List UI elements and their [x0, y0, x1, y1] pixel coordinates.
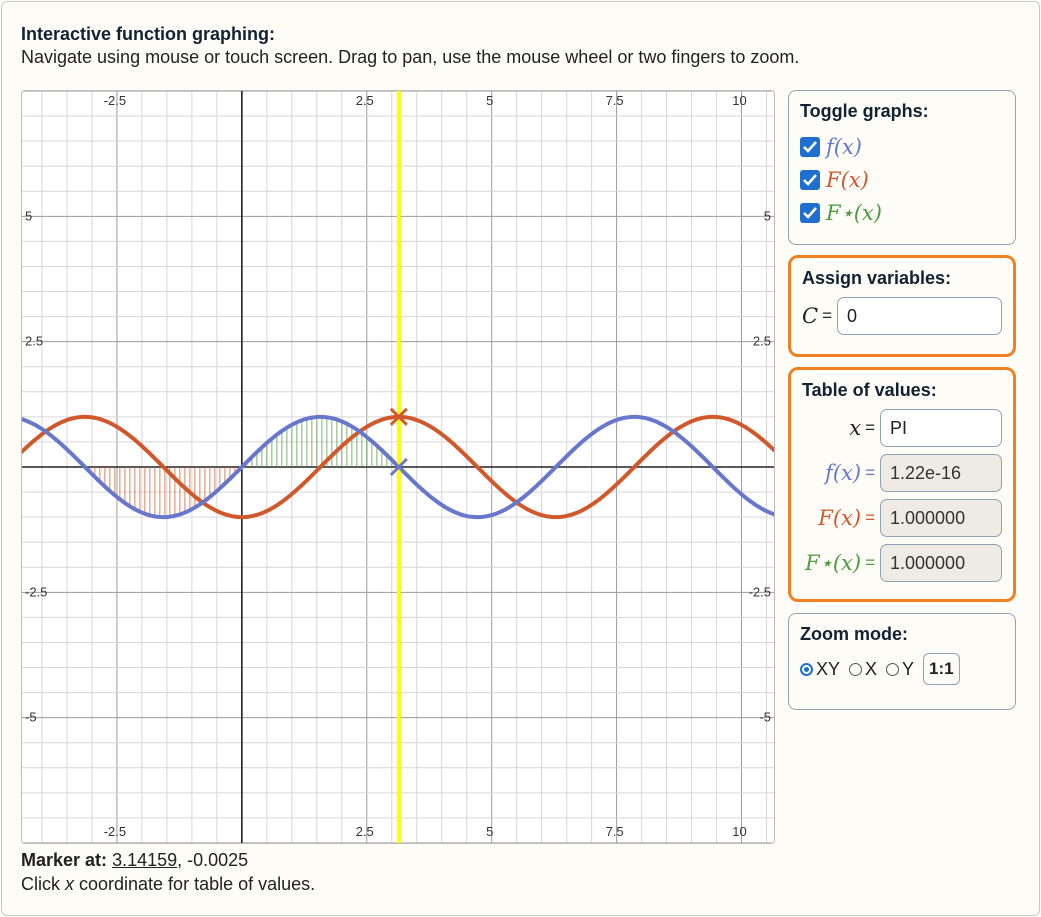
toggle-f[interactable]: f(x) [800, 130, 1004, 163]
marker-x-link[interactable]: 3.14159 [112, 850, 177, 870]
y-tick-label-right: -5 [759, 710, 771, 725]
y-tick-label-left: -5 [25, 710, 37, 725]
y-tick-label-right: -2.5 [749, 584, 771, 599]
variable-row-C: C = 0 [802, 297, 1002, 335]
table-x-label: x [849, 416, 862, 440]
table-f-label: f(x) [825, 461, 862, 485]
zoom-x-label[interactable]: X [865, 659, 877, 680]
table-Fstar-label: F⋆(x) [805, 551, 862, 575]
zoom-xy-label[interactable]: XY [816, 659, 840, 680]
zoom-x-radio[interactable] [849, 662, 863, 676]
equals-sign: = [865, 553, 875, 572]
marker-hint: Click x coordinate for table of values. [21, 872, 315, 896]
hint-text: Click [21, 874, 65, 894]
x-tick-label-bottom: -2.5 [104, 824, 126, 839]
table-of-values-title: Table of values: [802, 380, 937, 400]
table-x-input[interactable]: PI [880, 409, 1002, 447]
table-x-row: x = PI [802, 409, 1002, 447]
x-tick-label-bottom: 10 [732, 824, 746, 839]
x-tick-label-top: 7.5 [606, 93, 624, 108]
toggle-F-label: F(x) [826, 167, 869, 192]
equals-sign: = [865, 463, 875, 482]
x-tick-label-top: 2.5 [356, 93, 374, 108]
marker-label: Marker at: [21, 850, 108, 870]
table-Fstar-value: 1.000000 [880, 544, 1002, 582]
aspect-ratio-button[interactable]: 1:1 [923, 653, 960, 685]
y-tick-label-left: -2.5 [25, 584, 47, 599]
equals-sign: = [822, 306, 833, 325]
check-icon [803, 140, 817, 153]
zoom-options: XY X Y 1:1 [800, 653, 1004, 685]
checkbox-F[interactable] [800, 169, 820, 190]
table-row-f: f(x) = 1.22e-16 [802, 454, 1002, 492]
marker-y-value: , -0.0025 [177, 850, 249, 870]
table-of-values-panel: Table of values: x = PI f(x) = 1.22e-16 … [788, 367, 1016, 602]
table-row-Fstar: F⋆(x) = 1.000000 [802, 544, 1002, 582]
y-tick-label-left: 5 [25, 208, 32, 223]
checkbox-f[interactable] [800, 136, 820, 157]
y-tick-label-left: 2.5 [25, 334, 43, 349]
toggle-F[interactable]: F(x) [800, 163, 1004, 196]
zoom-mode-panel: Zoom mode: XY X Y 1:1 [788, 613, 1016, 710]
checkbox-Fstar[interactable] [800, 202, 820, 223]
x-tick-label-top: 5 [486, 93, 493, 108]
equals-sign: = [865, 418, 875, 437]
y-tick-label-right: 2.5 [753, 334, 771, 349]
variable-name: C [802, 304, 819, 328]
assign-variables-title: Assign variables: [802, 268, 952, 288]
toggle-Fstar-label: F⋆(x) [826, 200, 882, 225]
page-subtitle: Navigate using mouse or touch screen. Dr… [21, 47, 800, 67]
x-tick-label-bottom: 2.5 [356, 824, 374, 839]
y-tick-label-right: 5 [764, 208, 771, 223]
check-icon [803, 206, 817, 219]
x-tick-label-top: 10 [732, 93, 746, 108]
x-tick-label-bottom: 7.5 [606, 824, 624, 839]
zoom-xy-radio[interactable] [800, 662, 813, 676]
table-F-label: F(x) [818, 506, 862, 530]
graph-svg[interactable]: -2.5 -2.5 2.5 2.5 5 5 7.5 7.5 10 10 5 5 2.5 2.5 -2.5 -2… [22, 91, 774, 843]
check-icon [803, 173, 817, 186]
hint-text-end: coordinate for table of values. [74, 874, 316, 894]
toggle-graphs-title: Toggle graphs: [800, 101, 929, 121]
x-tick-label-bottom: 5 [486, 824, 493, 839]
marker-readout: Marker at: 3.14159, -0.0025 Click x coor… [21, 848, 315, 896]
table-F-value: 1.000000 [880, 499, 1002, 537]
zoom-y-radio[interactable] [886, 662, 900, 676]
toggle-Fstar[interactable]: F⋆(x) [800, 196, 1004, 229]
zoom-mode-title: Zoom mode: [800, 624, 908, 644]
assign-variables-panel: Assign variables: C = 0 [788, 255, 1016, 357]
graph-canvas[interactable]: -2.5 -2.5 2.5 2.5 5 5 7.5 7.5 10 10 5 5 2.5 2.5 -2.5 -2… [21, 90, 775, 844]
header: Interactive function graphing: Navigate … [21, 23, 799, 69]
variable-C-input[interactable]: 0 [837, 297, 1002, 335]
page-title: Interactive function graphing: [21, 24, 276, 44]
table-row-F: F(x) = 1.000000 [802, 499, 1002, 537]
zoom-y-label[interactable]: Y [902, 659, 914, 680]
table-f-value: 1.22e-16 [880, 454, 1002, 492]
toggle-f-label: f(x) [826, 134, 863, 159]
equals-sign: = [865, 508, 875, 527]
toggle-graphs-panel: Toggle graphs: f(x) F(x) F⋆(x) [788, 90, 1016, 245]
hint-var: x [65, 874, 74, 894]
x-tick-label-top: -2.5 [104, 93, 126, 108]
